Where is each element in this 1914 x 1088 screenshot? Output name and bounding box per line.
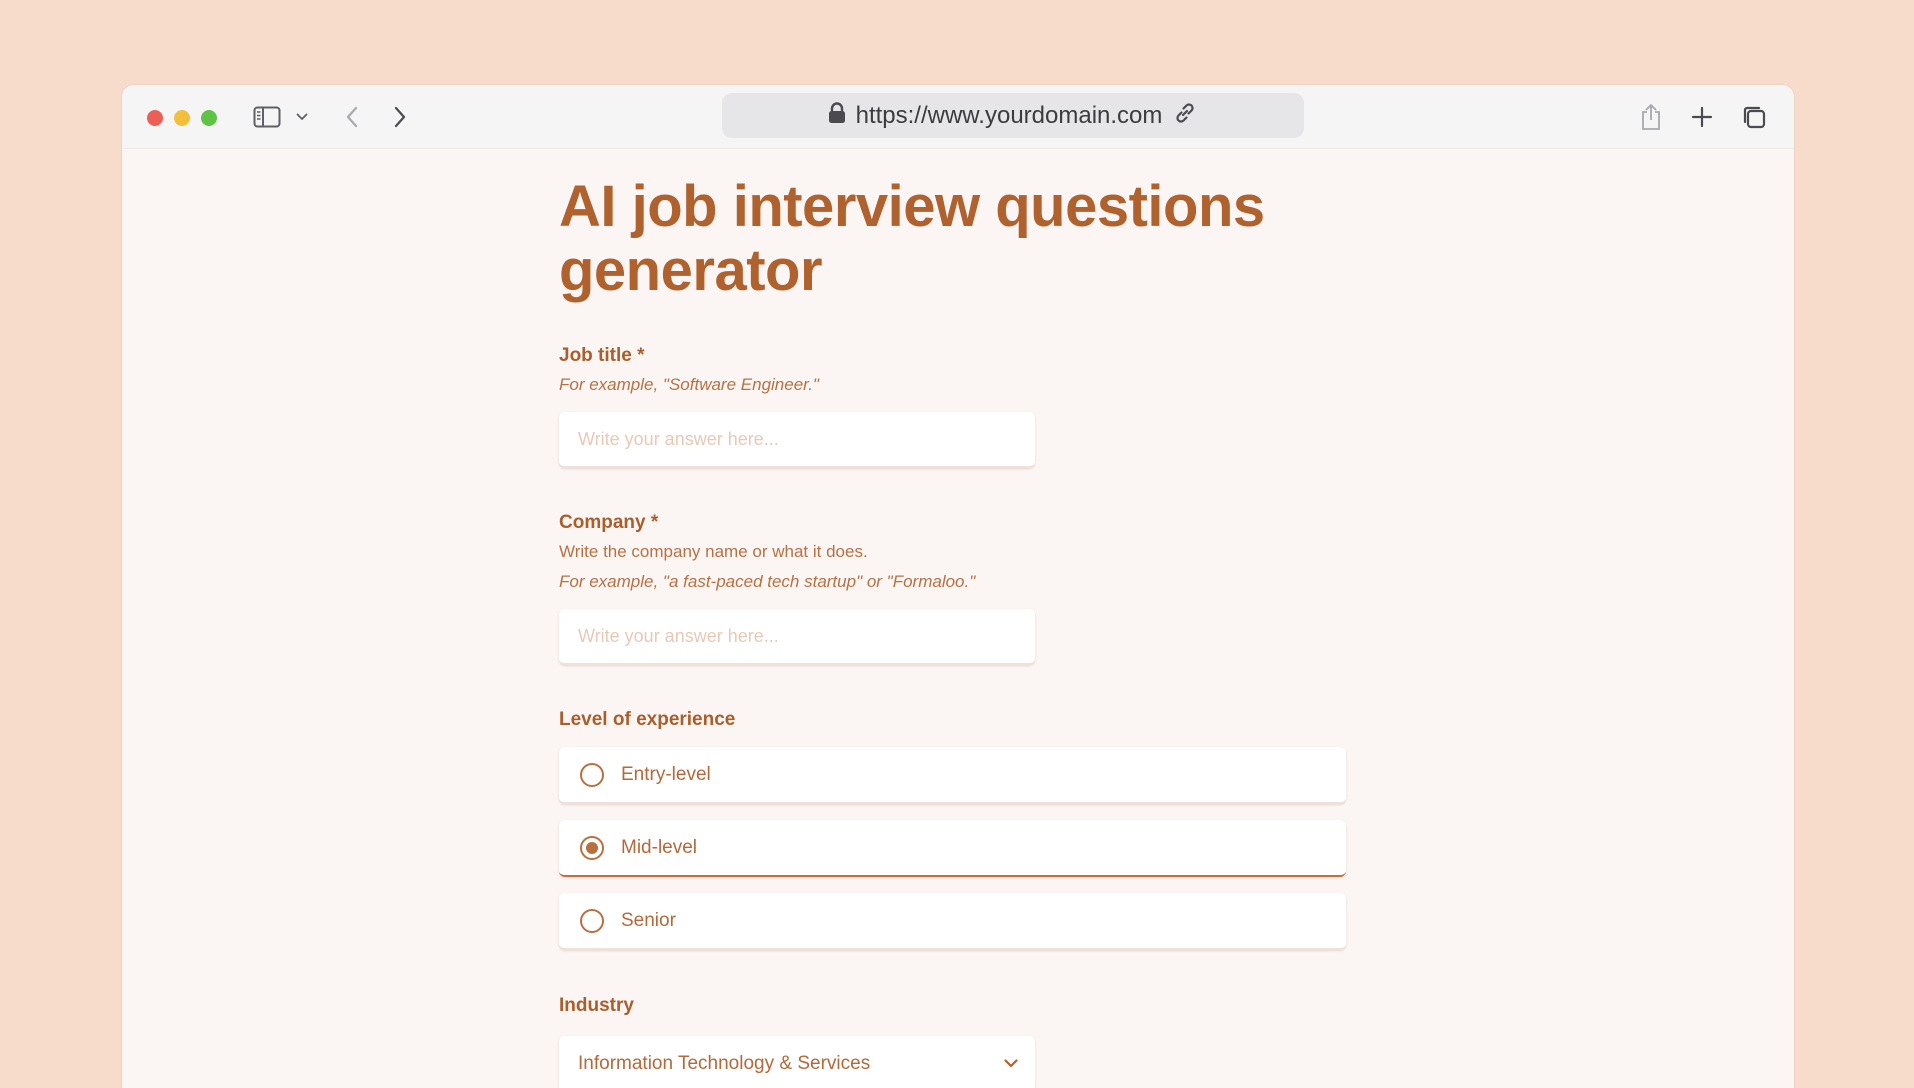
forward-icon[interactable]: [390, 101, 410, 133]
experience-label: Level of experience: [559, 709, 736, 730]
address-bar[interactable]: https://www.yourdomain.com: [722, 93, 1304, 138]
option-label: Mid-level: [621, 836, 698, 858]
industry-label: Industry: [559, 995, 634, 1016]
page-content: AI job interview questions generator Job…: [122, 149, 1794, 1088]
radio-button-selected[interactable]: [580, 835, 604, 860]
browser-toolbar: https://www.yourdomain.com: [122, 85, 1794, 149]
share-icon[interactable]: [1639, 101, 1663, 133]
chevron-down-icon: [1004, 1055, 1018, 1073]
chevron-down-icon[interactable]: [294, 101, 310, 133]
url-text: https://www.yourdomain.com: [855, 101, 1163, 129]
link-icon[interactable]: [1172, 100, 1198, 131]
option-label: Senior: [621, 909, 676, 931]
experience-option-senior[interactable]: Senior: [559, 893, 1346, 950]
minimize-window-button[interactable]: [174, 110, 190, 126]
option-label: Entry-level: [621, 763, 711, 785]
experience-option-mid-level[interactable]: Mid-level: [559, 820, 1346, 877]
browser-window: https://www.yourdomain.com AI job interv…: [122, 85, 1794, 1088]
sidebar-icon[interactable]: [252, 101, 282, 133]
back-icon[interactable]: [342, 101, 362, 133]
maximize-window-button[interactable]: [201, 110, 217, 126]
industry-selected-value: Information Technology & Services: [578, 1053, 871, 1074]
company-description: Write the company name or what it does.: [559, 542, 868, 561]
job-title-hint: For example, "Software Engineer.": [559, 375, 819, 394]
company-input[interactable]: [559, 609, 1035, 665]
company-hint: For example, "a fast-paced tech startup"…: [559, 572, 976, 591]
page-title: AI job interview questions generator: [559, 174, 1265, 303]
industry-select[interactable]: Information Technology & Services: [559, 1036, 1035, 1088]
experience-option-entry-level[interactable]: Entry-level: [559, 747, 1346, 804]
close-window-button[interactable]: [147, 110, 163, 126]
company-label: Company *: [559, 512, 659, 533]
job-title-input[interactable]: [559, 412, 1035, 468]
radio-button[interactable]: [580, 908, 604, 933]
job-title-label: Job title *: [559, 345, 645, 366]
tabs-overview-icon[interactable]: [1741, 101, 1767, 133]
lock-icon: [828, 102, 846, 129]
new-tab-icon[interactable]: [1690, 101, 1714, 133]
radio-dot: [586, 841, 598, 854]
radio-button[interactable]: [580, 762, 604, 787]
